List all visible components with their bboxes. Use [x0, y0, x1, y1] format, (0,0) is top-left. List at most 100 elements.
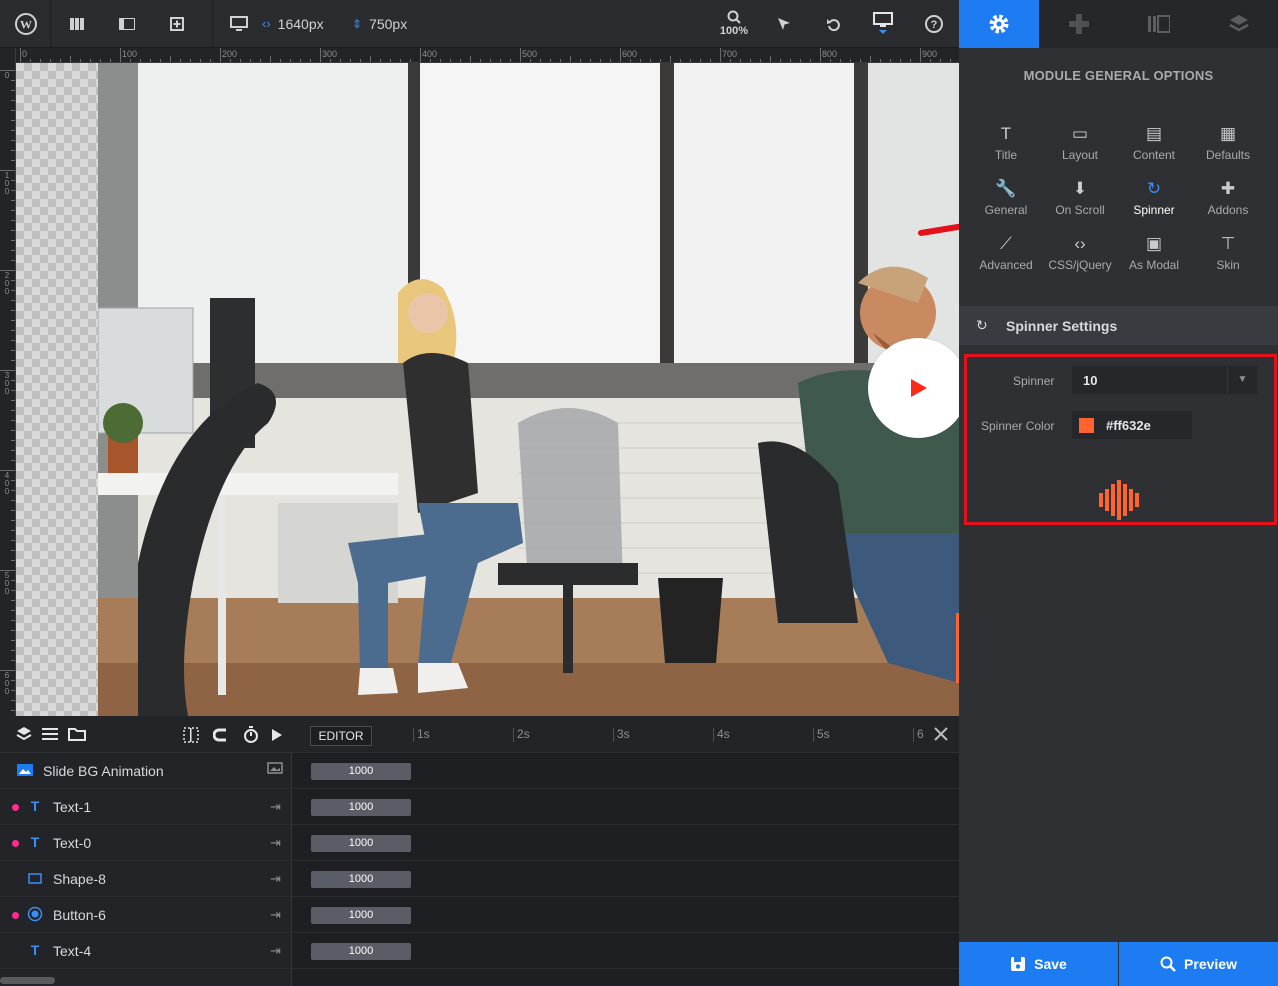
- duration-bar[interactable]: 1000: [311, 943, 411, 960]
- play-timeline-icon[interactable]: [271, 728, 283, 747]
- ruler-tick: [570, 56, 571, 62]
- duration-bar[interactable]: 1000: [311, 799, 411, 816]
- ruler-tick: [11, 640, 15, 641]
- option-label: Spinner: [1133, 203, 1175, 217]
- editor-button[interactable]: EDITOR: [310, 726, 372, 746]
- option-spinner[interactable]: ↻ Spinner: [1117, 178, 1191, 228]
- ruler-tick: [11, 80, 15, 81]
- spinner-color-label: Spinner Color: [981, 419, 1055, 433]
- timeline-row[interactable]: T Text-0 ⇥ 1000: [0, 825, 959, 861]
- device-desktop-icon[interactable]: [868, 0, 898, 47]
- slides-icon[interactable]: [112, 0, 142, 47]
- align-right-icon[interactable]: ⇥: [270, 799, 281, 815]
- section-title: Spinner Settings: [1006, 318, 1118, 334]
- columns-icon[interactable]: [62, 0, 92, 47]
- option-css-jquery[interactable]: ‹› CSS/jQuery: [1043, 233, 1117, 283]
- spinner-select[interactable]: 10 ▼: [1072, 366, 1257, 394]
- timeline-row[interactable]: Slide BG Animation 1000: [0, 753, 959, 789]
- ruler-label: 500: [4, 571, 10, 596]
- option-advanced[interactable]: ⟋ Advanced: [969, 233, 1043, 283]
- play-button[interactable]: [868, 338, 959, 438]
- width-arrows-icon: ‹›: [262, 16, 271, 31]
- zoom-control[interactable]: 100%: [714, 0, 754, 47]
- height-arrows-icon: ⇕: [352, 16, 363, 31]
- ruler-tick: [11, 650, 15, 651]
- timeline-scrollbar[interactable]: [0, 977, 55, 984]
- option-content[interactable]: ▤ Content: [1117, 123, 1191, 173]
- help-icon[interactable]: ?: [920, 0, 948, 47]
- ruler-tick: [11, 500, 15, 501]
- width-setting[interactable]: ‹› 1640px: [262, 0, 342, 47]
- layer-name: Text-1: [53, 799, 92, 815]
- preview-button[interactable]: Preview: [1119, 942, 1278, 986]
- option-content-icon: ▤: [1145, 124, 1163, 143]
- option-title[interactable]: T Title: [969, 123, 1043, 173]
- ruler-tick: [320, 48, 321, 62]
- save-button[interactable]: Save: [959, 942, 1118, 986]
- timeline-tick: [813, 728, 814, 742]
- spinner-settings-header[interactable]: ↻ Spinner Settings: [959, 306, 1278, 345]
- timeline-row[interactable]: Shape-8 ⇥ 1000: [0, 861, 959, 897]
- image-settings-icon[interactable]: [267, 762, 283, 777]
- align-right-icon[interactable]: ⇥: [270, 943, 281, 959]
- ruler-tick: [420, 48, 421, 62]
- grid-select-icon[interactable]: [183, 727, 199, 748]
- timeline-tick: [513, 728, 514, 742]
- layers-panel-icon: [1229, 15, 1249, 32]
- option-addons[interactable]: ✚ Addons: [1191, 178, 1265, 228]
- ruler-tick: [11, 330, 15, 331]
- spinner-value: 10: [1083, 373, 1098, 388]
- height-setting[interactable]: ⇕ 750px: [352, 0, 422, 47]
- close-timeline-icon[interactable]: [933, 726, 949, 747]
- layer-name: Text-4: [53, 943, 92, 959]
- align-right-icon[interactable]: ⇥: [270, 907, 281, 923]
- layer-name: Button-6: [53, 907, 106, 923]
- timeline-row[interactable]: T Text-1 ⇥ 1000: [0, 789, 959, 825]
- list-icon[interactable]: [42, 727, 58, 746]
- tab-module-settings[interactable]: [959, 0, 1039, 48]
- status-dot: [12, 804, 19, 811]
- tab-layers[interactable]: [1199, 0, 1278, 48]
- timeline-second-label: 3s: [617, 727, 630, 741]
- timeline-tick: [913, 728, 914, 742]
- ruler-tick: [11, 90, 15, 91]
- option-general[interactable]: 🔧 General: [969, 178, 1043, 228]
- desktop-view-icon[interactable]: [225, 0, 253, 47]
- ruler-tick: [670, 56, 671, 62]
- duration-bar[interactable]: 1000: [311, 907, 411, 924]
- duration-bar[interactable]: 1000: [311, 871, 411, 888]
- duration-bar[interactable]: 1000: [311, 763, 411, 780]
- play-icon: [911, 379, 927, 397]
- undo-icon[interactable]: [820, 0, 848, 47]
- tab-navigation[interactable]: [1039, 0, 1119, 48]
- ruler-tick: [11, 600, 15, 601]
- duration-bar[interactable]: 1000: [311, 835, 411, 852]
- option-addons-icon: ✚: [1220, 179, 1236, 198]
- option-layout[interactable]: ▭ Layout: [1043, 123, 1117, 173]
- align-right-icon[interactable]: ⇥: [270, 871, 281, 887]
- ruler-label: 600: [4, 671, 10, 696]
- option-skin[interactable]: ⊤ Skin: [1191, 233, 1265, 283]
- timeline-row[interactable]: T Text-4 ⇥ 1000: [0, 933, 959, 969]
- slide-canvas[interactable]: [16, 63, 959, 716]
- timeline-row[interactable]: Button-6 ⇥ 1000: [0, 897, 959, 933]
- option-on-scroll[interactable]: ⬇ On Scroll: [1043, 178, 1117, 228]
- folder-icon[interactable]: [68, 727, 86, 746]
- layers-icon[interactable]: [16, 726, 32, 747]
- option-defaults[interactable]: ▦ Defaults: [1191, 123, 1265, 173]
- ruler-tick: [11, 260, 15, 261]
- cursor-icon[interactable]: [770, 0, 798, 47]
- tab-slide[interactable]: [1119, 0, 1199, 48]
- ruler-tick: [11, 550, 15, 551]
- wordpress-logo-icon[interactable]: W: [8, 0, 44, 47]
- save-icon: [1011, 957, 1026, 971]
- ruler-tick: [11, 700, 15, 701]
- option-as-modal[interactable]: ▣ As Modal: [1117, 233, 1191, 283]
- layer-name: Shape-8: [53, 871, 106, 887]
- align-right-icon[interactable]: ⇥: [270, 835, 281, 851]
- spinner-color-picker[interactable]: #ff632e: [1072, 411, 1192, 439]
- add-slide-icon[interactable]: [162, 0, 192, 47]
- option-label: Addons: [1207, 203, 1249, 217]
- magnet-icon[interactable]: [212, 727, 229, 748]
- stopwatch-icon[interactable]: [243, 726, 259, 748]
